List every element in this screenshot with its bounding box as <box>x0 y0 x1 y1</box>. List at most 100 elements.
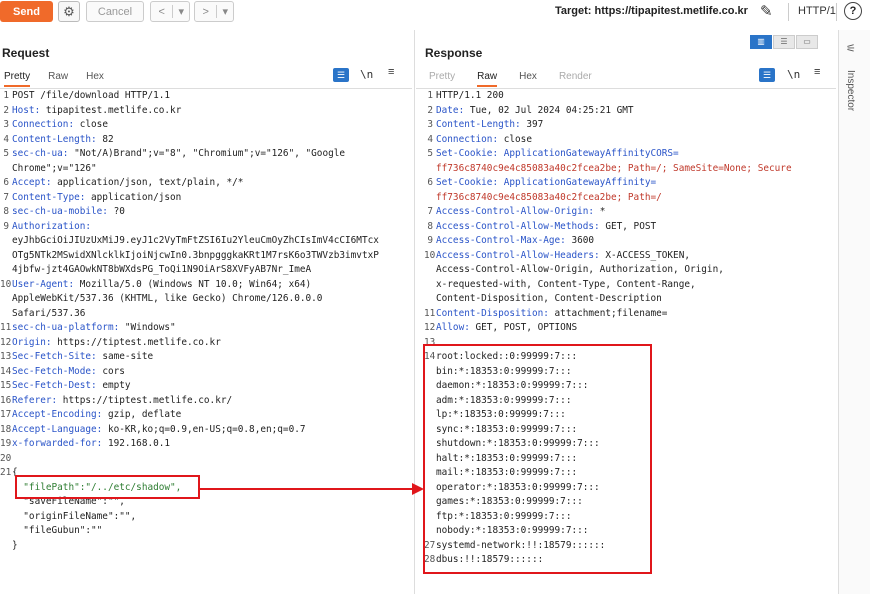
cancel-button[interactable]: Cancel <box>86 1 144 22</box>
request-title: Request <box>2 46 50 60</box>
tab-request-pretty[interactable]: Pretty <box>4 71 31 87</box>
forward-arrow-icon[interactable]: > <box>195 6 216 18</box>
code-line: Connection: close <box>12 118 108 133</box>
header-name: x-forwarded-for: <box>12 438 103 449</box>
code-line: "originFileName":"", <box>12 510 136 525</box>
header-value: tipapitest.metlife.co.kr <box>40 104 182 116</box>
line-number: 12 <box>424 322 436 333</box>
header-name: Sec-Fetch-Dest: <box>12 380 97 391</box>
header-value: Tue, 02 Jul 2024 04:25:21 GMT <box>464 104 634 116</box>
line-number: 10 <box>0 278 12 290</box>
code-line: Sec-Fetch-Site: same-site <box>12 350 153 365</box>
response-menu-icon[interactable]: ≡ <box>814 66 820 78</box>
line-number: 4 <box>427 133 433 145</box>
line-number: 11 <box>424 307 436 319</box>
edit-target-pencil-icon[interactable]: ✎ <box>760 2 773 20</box>
line-number: 1 <box>3 90 9 101</box>
tab-request-raw[interactable]: Raw <box>48 71 68 87</box>
line-number: 8 <box>3 206 9 217</box>
header-name: Accept: <box>12 177 52 188</box>
http-version-toggle[interactable]: HTTP/1 <box>798 5 836 17</box>
header-value: Mozilla/5.0 (Windows NT 10.0; Win64; x64… <box>74 278 312 290</box>
response-message-actions-icon[interactable]: ☰ <box>759 68 775 82</box>
line-number: 6 <box>427 177 433 188</box>
line-number: 10 <box>424 249 436 261</box>
back-nav-group: < ▾ <box>150 1 190 22</box>
code-line: Referer: https://tiptest.metlife.co.kr/ <box>12 394 232 409</box>
header-value: Content-Disposition, Content-Description <box>436 293 662 304</box>
header-value: application/json <box>85 191 182 203</box>
code-line: Host: tipapitest.metlife.co.kr <box>12 104 181 119</box>
tab-response-raw[interactable]: Raw <box>477 71 498 87</box>
tab-request-hex[interactable]: Hex <box>86 71 104 87</box>
line-number: 1 <box>427 90 433 101</box>
header-name: Sec-Fetch-Site: <box>12 351 97 362</box>
annotation-arrow <box>200 483 424 495</box>
response-newline-toggle[interactable]: \n <box>787 68 800 81</box>
header-value: cors <box>96 365 125 377</box>
layout-top-bottom-icon[interactable]: ☰ <box>773 35 795 49</box>
code-line: User-Agent: Mozilla/5.0 (Windows NT 10.0… <box>12 278 311 293</box>
layout-side-by-side-icon[interactable]: ▥ <box>750 35 772 49</box>
header-value: OTg5NTk2MSwidXNlcklkIjoiNjcwIn0.3bnpgggk… <box>12 249 379 261</box>
toolbar: Send ⚙ Cancel < ▾ > ▾ Target: https://ti… <box>0 0 870 25</box>
header-name: Access-Control-Allow-Headers: <box>436 249 600 261</box>
header-name: Referer: <box>12 394 58 406</box>
header-value: GET, POST, OPTIONS <box>469 322 578 333</box>
request-newline-toggle[interactable]: \n <box>360 68 373 81</box>
code-line: ff736c8740c9e4c85083a40c2fcea2be; Path=/ <box>436 191 662 206</box>
header-value: close <box>498 133 532 145</box>
header-value: ff736c8740c9e4c85083a40c2fcea2be; Path=/… <box>436 162 792 174</box>
target-url: Target: https://tipapitest.metlife.co.kr <box>555 5 748 17</box>
code-line: x-requested-with, Content-Type, Content-… <box>436 278 696 293</box>
header-value: AppleWebKit/537.36 (KHTML, like Gecko) C… <box>12 293 323 304</box>
code-line: sec-ch-ua: "Not/A)Brand";v="8", "Chromiu… <box>12 147 345 162</box>
header-value: } <box>12 539 18 551</box>
header-name: sec-ch-ua-mobile: <box>12 206 108 217</box>
header-value: Access-Control-Allow-Origin, Authorizati… <box>436 264 724 275</box>
help-icon[interactable]: ? <box>844 2 862 20</box>
header-value: ff736c8740c9e4c85083a40c2fcea2be; Path=/ <box>436 191 662 203</box>
header-value: * <box>594 206 606 217</box>
header-name: Connection: <box>436 133 499 145</box>
inspector-icon[interactable]: ⚟ <box>846 42 856 55</box>
send-button[interactable]: Send <box>0 1 53 22</box>
request-message-actions-icon[interactable]: ☰ <box>333 68 349 82</box>
header-value: eyJhbGciOiJIUzUxMiJ9.eyJ1c2VyTmFtZSI6Iu2… <box>12 235 379 246</box>
code-line: Origin: https://tiptest.metlife.co.kr <box>12 336 221 351</box>
settings-gear-icon[interactable]: ⚙ <box>58 1 80 22</box>
header-value: "Not/A)Brand";v="8", "Chromium";v="126",… <box>68 148 346 159</box>
header-value: https://tiptest.metlife.co.kr <box>51 336 221 348</box>
header-value: https://tiptest.metlife.co.kr/ <box>57 394 233 406</box>
layout-tabs-icon[interactable]: ▭ <box>796 35 818 49</box>
inspector-tab[interactable]: Inspector <box>845 70 856 111</box>
back-arrow-icon[interactable]: < <box>151 6 172 18</box>
header-value: HTTP/1.1 200 <box>436 90 504 101</box>
header-value: 3600 <box>565 235 595 246</box>
back-history-dropdown-icon[interactable]: ▾ <box>172 5 189 18</box>
line-number: 7 <box>3 191 9 203</box>
pane-divider[interactable] <box>414 30 415 594</box>
request-menu-icon[interactable]: ≡ <box>388 66 394 78</box>
line-number: 18 <box>0 423 12 435</box>
code-line: Content-Disposition, Content-Description <box>436 292 662 307</box>
header-name: Content-Length: <box>436 119 521 130</box>
code-line: Content-Length: 82 <box>12 133 114 148</box>
header-name: Authorization: <box>12 220 92 232</box>
tab-response-hex[interactable]: Hex <box>519 71 537 87</box>
header-value: POST /file/download HTTP/1.1 <box>12 90 171 101</box>
line-number: 14 <box>0 365 12 377</box>
header-name: Access-Control-Allow-Methods: <box>436 220 600 232</box>
tab-response-pretty[interactable]: Pretty <box>429 71 455 87</box>
line-number: 16 <box>0 394 12 406</box>
code-line: AppleWebKit/537.36 (KHTML, like Gecko) C… <box>12 292 322 307</box>
forward-nav-group: > ▾ <box>194 1 234 22</box>
tab-response-render[interactable]: Render <box>559 71 592 87</box>
header-value: close <box>74 119 108 130</box>
header-value: X-ACCESS_TOKEN, <box>599 249 690 261</box>
forward-history-dropdown-icon[interactable]: ▾ <box>216 5 233 18</box>
code-line: OTg5NTk2MSwidXNlcklkIjoiNjcwIn0.3bnpgggk… <box>12 249 379 264</box>
header-name: Content-Type: <box>12 191 86 203</box>
code-line: eyJhbGciOiJIUzUxMiJ9.eyJ1c2VyTmFtZSI6Iu2… <box>12 234 379 249</box>
code-line: Access-Control-Allow-Origin: * <box>436 205 605 220</box>
